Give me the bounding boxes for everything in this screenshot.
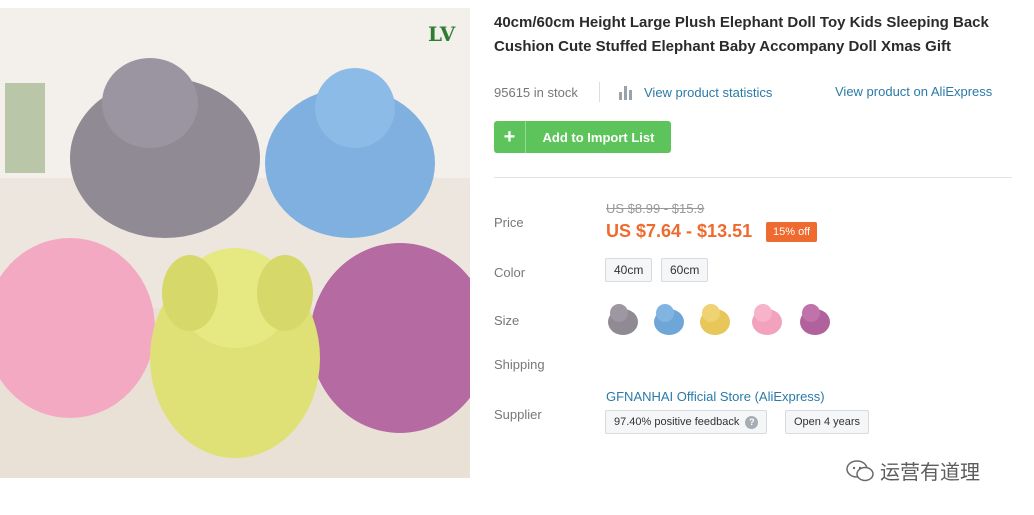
store-age-badge: Open 4 years [785, 410, 870, 434]
product-info-panel: 40cm/60cm Height Large Plush Elephant Do… [494, 0, 1014, 515]
plus-icon: + [494, 121, 526, 153]
color-option-40cm[interactable]: 40cm [605, 258, 653, 282]
help-icon[interactable]: ? [745, 415, 759, 429]
size-label: Size [494, 313, 520, 328]
price-label: Price [494, 215, 524, 230]
supplier-label: Supplier [494, 407, 542, 422]
supplier-store-link[interactable]: GFNANHAI Official Store (AliExpress) [606, 389, 825, 404]
divider [599, 82, 600, 102]
product-title: 40cm/60cm Height Large Plush Elephant Do… [494, 14, 989, 55]
add-button-label: Add to Import List [542, 129, 655, 145]
add-to-import-list-button[interactable]: + Add to Import List [494, 121, 671, 153]
feedback-text: 97.40% positive feedback [614, 416, 740, 428]
original-price: US $8.99 - $15.9 [606, 201, 705, 216]
size-swatch-purple[interactable] [797, 298, 833, 338]
section-divider [494, 177, 1012, 178]
bar-chart-icon[interactable] [618, 84, 634, 100]
size-swatch-yellow[interactable] [697, 298, 733, 338]
size-swatch-blue[interactable] [651, 298, 687, 338]
size-swatch-pink[interactable] [749, 298, 785, 338]
feedback-badge: 97.40% positive feedback ? [605, 410, 768, 434]
wechat-icon [846, 459, 874, 481]
image-tag: LV [428, 22, 456, 46]
elephant-photo [0, 8, 470, 478]
size-swatch-grey[interactable] [605, 298, 641, 338]
current-price: US $7.64 - $13.51 [606, 221, 753, 241]
color-label: Color [494, 265, 526, 280]
watermark: 运营有道理 [846, 456, 980, 485]
stock-count: 95615 in stock [494, 85, 578, 100]
view-statistics-link[interactable]: View product statistics [644, 85, 772, 100]
watermark-text: 运营有道理 [880, 462, 980, 484]
store-age-text: Open 4 years [794, 416, 861, 428]
view-on-aliexpress-link[interactable]: View product on AliExpress [835, 84, 992, 99]
discount-badge: 15% off [766, 222, 818, 242]
color-option-60cm[interactable]: 60cm [661, 258, 709, 282]
product-image: LV [0, 8, 470, 478]
shipping-label: Shipping [494, 357, 545, 372]
